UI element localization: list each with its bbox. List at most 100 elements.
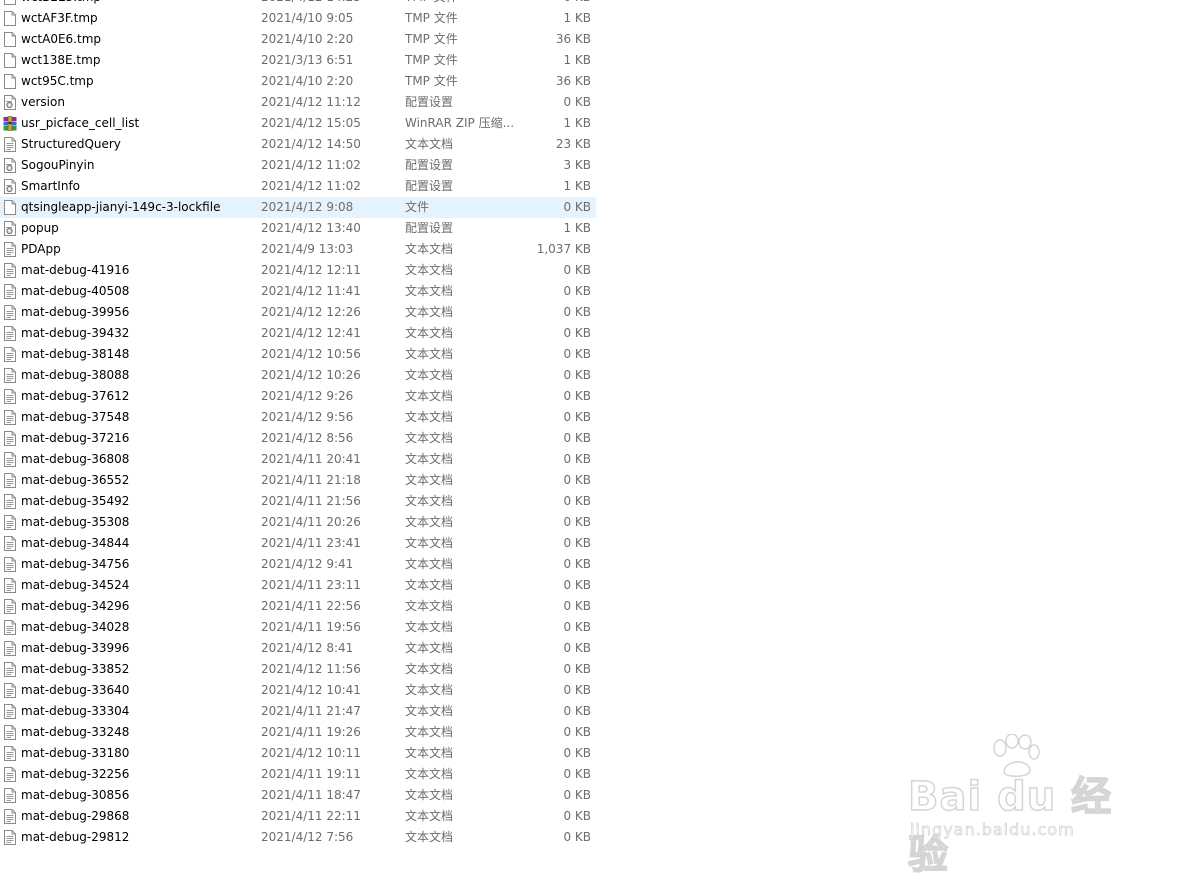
file-type: 文本文档: [405, 620, 454, 634]
file-row[interactable]: usr_picface_cell_list 2021/4/12 15:05 WinR…: [0, 113, 596, 134]
file-row[interactable]: SogouPinyin 2021/4/12 11:02 配置设置 3 KB: [0, 155, 596, 176]
file-name: mat-debug-37548: [21, 410, 130, 424]
file-modified-date: 2021/4/12 10:56: [261, 347, 361, 361]
file-size: 0 KB: [563, 767, 591, 781]
file-modified-date: 2021/4/11 22:56: [261, 599, 361, 613]
text-file-icon: [3, 683, 17, 698]
file-size: 0 KB: [563, 746, 591, 760]
file-row[interactable]: mat-debug-37548 2021/4/12 9:56 文本文档 0 KB: [0, 407, 596, 428]
file-modified-date: 2021/4/11 22:11: [261, 809, 361, 823]
file-row[interactable]: mat-debug-41916 2021/4/12 12:11 文本文档 0 KB: [0, 260, 596, 281]
file-row[interactable]: mat-debug-38088 2021/4/12 10:26 文本文档 0 KB: [0, 365, 596, 386]
file-name: popup: [21, 221, 59, 235]
config-file-icon: [3, 95, 17, 110]
file-row[interactable]: mat-debug-38148 2021/4/12 10:56 文本文档 0 KB: [0, 344, 596, 365]
file-row[interactable]: mat-debug-33640 2021/4/12 10:41 文本文档 0 KB: [0, 680, 596, 701]
file-type: TMP 文件: [405, 11, 458, 25]
file-size: 0 KB: [563, 326, 591, 340]
file-size: 36 KB: [555, 32, 591, 46]
file-type: 文本文档: [405, 557, 454, 571]
file-row[interactable]: mat-debug-30856 2021/4/11 18:47 文本文档 0 KB: [0, 785, 596, 806]
file-size: 0 KB: [563, 263, 591, 277]
file-size: 0 KB: [563, 620, 591, 634]
file-row[interactable]: PDApp 2021/4/9 13:03 文本文档 1,037 KB: [0, 239, 596, 260]
file-modified-date: 2021/4/12 10:41: [261, 683, 361, 697]
file-modified-date: 2021/4/9 13:03: [261, 242, 354, 256]
file-row[interactable]: mat-debug-33180 2021/4/12 10:11 文本文档 0 KB: [0, 743, 596, 764]
file-row[interactable]: wct95C.tmp 2021/4/10 2:20 TMP 文件 36 KB: [0, 71, 596, 92]
file-size: 0 KB: [563, 284, 591, 298]
file-type: WinRAR ZIP 压缩...: [405, 116, 515, 130]
file-row[interactable]: mat-debug-35492 2021/4/11 21:56 文本文档 0 KB: [0, 491, 596, 512]
file-row[interactable]: mat-debug-29868 2021/4/11 22:11 文本文档 0 KB: [0, 806, 596, 827]
file-row[interactable]: StructuredQuery 2021/4/12 14:50 文本文档 23 KB: [0, 134, 596, 155]
file-row[interactable]: mat-debug-34028 2021/4/11 19:56 文本文档 0 KB: [0, 617, 596, 638]
file-type: 文件: [405, 200, 430, 214]
file-size: 0 KB: [563, 95, 591, 109]
file-row[interactable]: mat-debug-35308 2021/4/11 20:26 文本文档 0 KB: [0, 512, 596, 533]
file-row[interactable]: mat-debug-36552 2021/4/11 21:18 文本文档 0 KB: [0, 470, 596, 491]
file-modified-date: 2021/4/12 9:56: [261, 410, 354, 424]
file-row[interactable]: wctA0E6.tmp 2021/4/10 2:20 TMP 文件 36 KB: [0, 29, 596, 50]
file-row[interactable]: mat-debug-33304 2021/4/11 21:47 文本文档 0 KB: [0, 701, 596, 722]
text-file-icon: [3, 452, 17, 467]
file-row[interactable]: mat-debug-36808 2021/4/11 20:41 文本文档 0 KB: [0, 449, 596, 470]
file-name: mat-debug-33304: [21, 704, 130, 718]
text-file-icon: [3, 284, 17, 299]
file-size: 0 KB: [563, 788, 591, 802]
file-name: mat-debug-35492: [21, 494, 130, 508]
file-row[interactable]: mat-debug-37216 2021/4/12 8:56 文本文档 0 KB: [0, 428, 596, 449]
file-row[interactable]: mat-debug-37612 2021/4/12 9:26 文本文档 0 KB: [0, 386, 596, 407]
file-type: 文本文档: [405, 473, 454, 487]
baidu-jingyan-watermark: Bai du 经验 jingyan.baidu.com: [907, 733, 1123, 879]
file-type: 文本文档: [405, 515, 454, 529]
file-row[interactable]: mat-debug-32256 2021/4/11 19:11 文本文档 0 KB: [0, 764, 596, 785]
file-modified-date: 2021/4/11 19:11: [261, 767, 361, 781]
file-row[interactable]: wct138E.tmp 2021/3/13 6:51 TMP 文件 1 KB: [0, 50, 596, 71]
file-modified-date: 2021/4/12 14:50: [261, 137, 361, 151]
file-type: 文本文档: [405, 641, 454, 655]
file-type: 文本文档: [405, 494, 454, 508]
file-row[interactable]: mat-debug-34296 2021/4/11 22:56 文本文档 0 KB: [0, 596, 596, 617]
file-row[interactable]: popup 2021/4/12 13:40 配置设置 1 KB: [0, 218, 596, 239]
file-name: mat-debug-33852: [21, 662, 130, 676]
file-size: 0 KB: [563, 683, 591, 697]
file-row[interactable]: SmartInfo 2021/4/12 11:02 配置设置 1 KB: [0, 176, 596, 197]
file-modified-date: 2021/4/12 11:02: [261, 179, 361, 193]
file-size: 0 KB: [563, 599, 591, 613]
file-type: 文本文档: [405, 242, 454, 256]
file-row[interactable]: mat-debug-39432 2021/4/12 12:41 文本文档 0 KB: [0, 323, 596, 344]
file-size: 0 KB: [563, 347, 591, 361]
file-size: 1 KB: [563, 116, 591, 130]
text-file-icon: [3, 515, 17, 530]
file-size: 23 KB: [555, 137, 591, 151]
file-row[interactable]: mat-debug-33852 2021/4/12 11:56 文本文档 0 KB: [0, 659, 596, 680]
file-size: 0 KB: [563, 662, 591, 676]
file-row[interactable]: mat-debug-34756 2021/4/12 9:41 文本文档 0 KB: [0, 554, 596, 575]
file-type: 文本文档: [405, 788, 454, 802]
file-row[interactable]: mat-debug-33996 2021/4/12 8:41 文本文档 0 KB: [0, 638, 596, 659]
file-name: wctA0E6.tmp: [21, 32, 102, 46]
file-row[interactable]: qtsingleapp-jianyi-149c-3-lockfile 2021/4…: [0, 197, 596, 218]
file-row[interactable]: mat-debug-29812 2021/4/12 7:56 文本文档 0 KB: [0, 827, 596, 848]
text-file-icon: [3, 431, 17, 446]
file-row[interactable]: mat-debug-34524 2021/4/11 23:11 文本文档 0 KB: [0, 575, 596, 596]
file-modified-date: 2021/4/12 12:11: [261, 263, 361, 277]
file-row[interactable]: mat-debug-39956 2021/4/12 12:26 文本文档 0 KB: [0, 302, 596, 323]
file-type: TMP 文件: [405, 53, 458, 67]
file-type: 配置设置: [405, 95, 454, 109]
file-row[interactable]: wctB2E3.tmp 2021/4/12 14:25 TMP 文件 0 KB: [0, 0, 596, 8]
file-row[interactable]: mat-debug-40508 2021/4/12 11:41 文本文档 0 KB: [0, 281, 596, 302]
blank-file-icon: [3, 74, 17, 89]
file-modified-date: 2021/4/10 9:05: [261, 11, 354, 25]
file-row[interactable]: mat-debug-34844 2021/4/11 23:41 文本文档 0 KB: [0, 533, 596, 554]
file-size: 1 KB: [563, 179, 591, 193]
file-row[interactable]: wctAF3F.tmp 2021/4/10 9:05 TMP 文件 1 KB: [0, 8, 596, 29]
text-file-icon: [3, 809, 17, 824]
file-row[interactable]: version 2021/4/12 11:12 配置设置 0 KB: [0, 92, 596, 113]
file-name: mat-debug-29868: [21, 809, 130, 823]
file-modified-date: 2021/4/12 11:56: [261, 662, 361, 676]
file-row[interactable]: mat-debug-33248 2021/4/11 19:26 文本文档 0 KB: [0, 722, 596, 743]
file-size: 0 KB: [563, 557, 591, 571]
file-size: 0 KB: [563, 578, 591, 592]
